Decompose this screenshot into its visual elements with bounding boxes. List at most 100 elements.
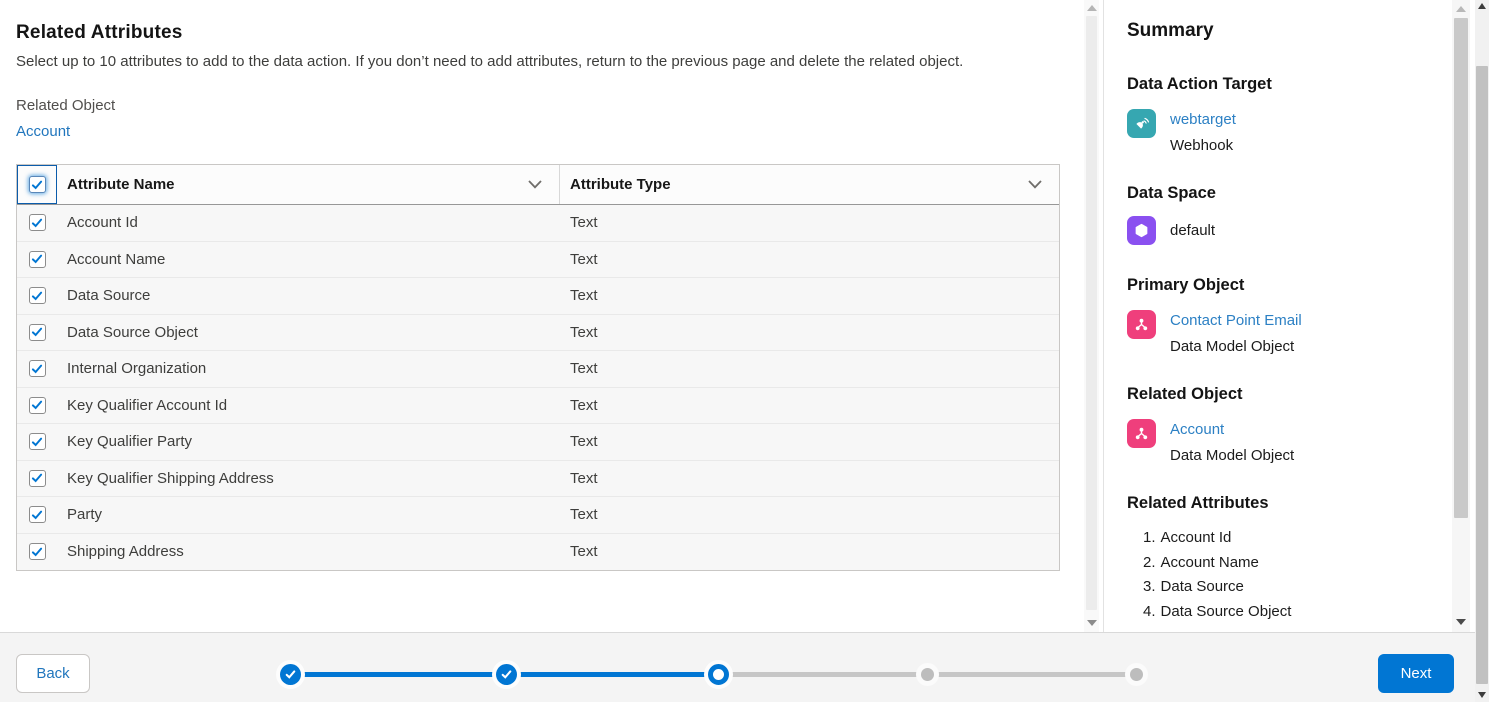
attribute-name-cell: Account Id [57, 214, 559, 231]
related-object-summary-link[interactable]: Account [1170, 417, 1294, 443]
next-button[interactable]: Next [1378, 654, 1454, 693]
scroll-down-icon[interactable] [1456, 619, 1466, 625]
attribute-name-cell: Party [57, 506, 559, 523]
data-action-target-item: webtarget Webhook [1127, 107, 1452, 159]
table-header-row: Attribute Name Attribute Type [17, 165, 1059, 205]
attribute-name-cell: Key Qualifier Party [57, 433, 559, 450]
check-icon [31, 290, 43, 302]
scrollbar-thumb[interactable] [1476, 66, 1488, 684]
row-checkbox[interactable] [29, 397, 46, 414]
row-checkbox-cell [17, 470, 57, 487]
table-body: Account Id Text Account Name Text [17, 205, 1059, 570]
data-action-target-type: Webhook [1170, 133, 1236, 159]
check-icon [31, 217, 43, 229]
webhook-icon [1127, 109, 1156, 138]
scroll-up-icon[interactable] [1087, 5, 1097, 11]
row-checkbox-cell [17, 397, 57, 414]
primary-object-type: Data Model Object [1170, 334, 1302, 360]
column-header-attribute-type: Attribute Type [559, 165, 1059, 204]
check-icon [501, 669, 512, 680]
progress-step-1-done [280, 664, 301, 685]
scroll-down-icon[interactable] [1478, 692, 1486, 698]
progress-step-3-current [708, 664, 729, 685]
table-row: Shipping Address Text [17, 534, 1059, 571]
related-attribute-list-item: 1.Account Id [1143, 526, 1452, 551]
related-attribute-list-item: 2.Account Name [1143, 551, 1452, 576]
column-header-label: Attribute Name [67, 176, 175, 193]
attribute-name-cell: Key Qualifier Account Id [57, 397, 559, 414]
data-space-item: default [1127, 216, 1452, 245]
chevron-down-icon[interactable] [1025, 177, 1045, 192]
related-attribute-list-item: 4.Data Source Object [1143, 600, 1452, 625]
wizard-footer: Back Next [0, 632, 1489, 702]
attribute-type-cell: Text [559, 433, 1059, 450]
back-button[interactable]: Back [16, 654, 90, 693]
attribute-type-cell: Text [559, 506, 1059, 523]
table-row: Party Text [17, 497, 1059, 534]
primary-object-link[interactable]: Contact Point Email [1170, 308, 1302, 334]
select-all-checkbox[interactable] [29, 176, 46, 193]
column-header-label: Attribute Type [570, 176, 671, 193]
select-all-cell [17, 165, 57, 204]
check-icon [31, 509, 43, 521]
table-row: Internal Organization Text [17, 351, 1059, 388]
row-checkbox[interactable] [29, 470, 46, 487]
progress-step-2-done [496, 664, 517, 685]
attribute-type-cell: Text [559, 397, 1059, 414]
scrollbar-thumb[interactable] [1454, 18, 1468, 518]
row-checkbox[interactable] [29, 433, 46, 450]
related-object-link[interactable]: Account [16, 123, 70, 140]
row-checkbox[interactable] [29, 506, 46, 523]
table-row: Key Qualifier Account Id Text [17, 388, 1059, 425]
attribute-name-cell: Account Name [57, 251, 559, 268]
row-checkbox-cell [17, 251, 57, 268]
data-action-target-link[interactable]: webtarget [1170, 107, 1236, 133]
related-object-item: Account Data Model Object [1127, 417, 1452, 469]
row-checkbox-cell [17, 543, 57, 560]
table-row: Account Name Text [17, 242, 1059, 279]
row-checkbox-cell [17, 287, 57, 304]
attribute-name-cell: Shipping Address [57, 543, 559, 560]
row-checkbox[interactable] [29, 360, 46, 377]
attribute-type-cell: Text [559, 360, 1059, 377]
row-checkbox[interactable] [29, 324, 46, 341]
related-object-heading: Related Object [1127, 385, 1452, 404]
check-icon [31, 179, 43, 191]
related-attributes-heading: Related Attributes [1127, 494, 1452, 513]
page-scrollbar[interactable] [1475, 0, 1489, 702]
attribute-type-cell: Text [559, 324, 1059, 341]
progress-step-5-todo [1130, 668, 1143, 681]
related-object-type: Data Model Object [1170, 443, 1294, 469]
scroll-down-icon[interactable] [1087, 620, 1097, 626]
check-icon [31, 326, 43, 338]
summary-panel: Summary Data Action Target webtarget Web… [1103, 0, 1452, 632]
main-content: Related Attributes Select up to 10 attri… [0, 0, 1084, 632]
row-checkbox[interactable] [29, 287, 46, 304]
chevron-down-icon[interactable] [525, 177, 545, 192]
related-attribute-list-item: 3.Data Source [1143, 575, 1452, 600]
check-icon [31, 253, 43, 265]
row-checkbox-cell [17, 214, 57, 231]
attribute-name-cell: Data Source [57, 287, 559, 304]
scroll-up-icon[interactable] [1478, 3, 1486, 9]
main-scrollbar[interactable] [1084, 0, 1099, 632]
row-checkbox[interactable] [29, 214, 46, 231]
row-checkbox-cell [17, 506, 57, 523]
row-checkbox-cell [17, 433, 57, 450]
attribute-type-cell: Text [559, 214, 1059, 231]
row-checkbox[interactable] [29, 543, 46, 560]
related-attributes-list: 1.Account Id 2.Account Name 3.Data Sourc… [1127, 526, 1452, 624]
row-checkbox[interactable] [29, 251, 46, 268]
scroll-up-icon[interactable] [1456, 6, 1466, 12]
attribute-name-cell: Internal Organization [57, 360, 559, 377]
check-icon [31, 363, 43, 375]
table-row: Key Qualifier Shipping Address Text [17, 461, 1059, 498]
attribute-type-cell: Text [559, 287, 1059, 304]
scrollbar-thumb[interactable] [1086, 16, 1097, 610]
sidebar-scrollbar[interactable] [1452, 0, 1470, 632]
data-model-icon [1127, 310, 1156, 339]
attribute-type-cell: Text [559, 251, 1059, 268]
data-model-icon [1127, 419, 1156, 448]
attributes-table: Attribute Name Attribute Type Account Id [16, 164, 1060, 571]
check-icon [31, 399, 43, 411]
